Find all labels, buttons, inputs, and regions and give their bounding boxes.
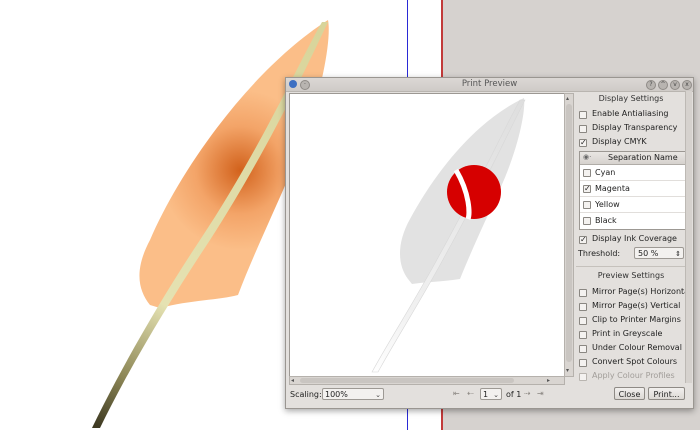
scaling-label: Scaling: [290, 390, 322, 399]
title-bar[interactable]: Print Preview · ? ^ v x [286, 78, 693, 92]
page-select[interactable]: 1 ⌄ [480, 388, 502, 400]
scroll-left-icon[interactable]: ◂ [291, 377, 294, 384]
preview-horizontal-scrollbar[interactable]: ◂ ▸ [289, 376, 565, 385]
minimize-icon[interactable]: v [670, 80, 680, 90]
chevron-down-icon: ⌄ [375, 391, 381, 399]
black-label: Black [595, 216, 617, 225]
threshold-spinbox[interactable]: 50 % ⇕ [634, 247, 684, 259]
vertical-scroll-thumb[interactable] [566, 104, 572, 362]
cyan-checkbox[interactable] [583, 169, 591, 177]
preview-settings-heading: Preview Settings [597, 271, 665, 280]
mirror-vertical-checkbox[interactable] [579, 303, 587, 311]
yellow-checkbox[interactable] [583, 201, 591, 209]
scroll-up-icon[interactable]: ▴ [566, 95, 569, 102]
help-icon[interactable]: ? [646, 80, 656, 90]
apply-colour-profiles-label: Apply Colour Profiles [592, 371, 675, 380]
scaling-select[interactable]: 100% ⌄ [322, 388, 384, 400]
separation-table: ◉· Separation Name Cyan ✓ Magenta Yellow… [579, 151, 686, 230]
convert-spot-colours-label: Convert Spot Colours [592, 357, 678, 366]
antialiasing-label: Enable Antialiasing [592, 109, 669, 118]
greyscale-label: Print in Greyscale [592, 329, 663, 338]
scaling-value: 100% [325, 390, 348, 399]
print-preview-dialog: Print Preview · ? ^ v x ▴ ▾ ◂ ▸ Scaling:… [285, 77, 694, 409]
transparency-checkbox[interactable] [579, 125, 587, 133]
window-title: Print Preview [461, 79, 518, 89]
ink-coverage-label: Display Ink Coverage [592, 234, 677, 243]
separation-row-yellow[interactable]: Yellow [580, 197, 685, 213]
cmyk-checkbox[interactable]: ✓ [579, 139, 587, 147]
spin-arrows-icon[interactable]: ⇕ [675, 248, 681, 260]
page-value: 1 [483, 390, 489, 399]
close-icon[interactable]: x [682, 80, 692, 90]
shade-toggle-icon[interactable]: ^ [658, 80, 668, 90]
under-colour-removal-label: Under Colour Removal [592, 343, 682, 352]
horizontal-scroll-thumb[interactable] [300, 378, 514, 383]
threshold-label: Threshold: [578, 249, 621, 258]
apply-colour-profiles-checkbox [579, 373, 587, 381]
black-checkbox[interactable] [583, 217, 591, 225]
cyan-label: Cyan [595, 168, 616, 177]
next-page-icon[interactable]: ⇢ [524, 389, 531, 398]
separation-row-black[interactable]: Black [580, 213, 685, 228]
separation-table-header: ◉· Separation Name [580, 152, 685, 165]
scroll-down-icon[interactable]: ▾ [566, 367, 569, 374]
first-page-icon[interactable]: ⇤ [453, 389, 460, 398]
mirror-horizontal-label: Mirror Page(s) Horizontal [592, 287, 692, 296]
magenta-checkbox[interactable]: ✓ [583, 185, 591, 193]
greyscale-checkbox[interactable] [579, 331, 587, 339]
cmyk-label: Display CMYK [592, 137, 647, 146]
visibility-eye-icon: ◉· [583, 153, 592, 161]
preview-page [289, 93, 565, 377]
mirror-horizontal-checkbox[interactable] [579, 289, 587, 297]
preview-render [371, 98, 526, 373]
clip-margins-checkbox[interactable] [579, 317, 587, 325]
display-settings-heading: Display Settings [598, 94, 664, 103]
separation-row-cyan[interactable]: Cyan [580, 165, 685, 181]
page-count-label: of 1 [506, 390, 522, 399]
convert-spot-colours-checkbox[interactable] [579, 359, 587, 367]
mirror-vertical-label: Mirror Page(s) Vertical [592, 301, 681, 310]
settings-scrollbar[interactable] [685, 91, 692, 383]
separation-row-magenta[interactable]: ✓ Magenta [580, 181, 685, 197]
clip-margins-label: Clip to Printer Margins [592, 315, 681, 324]
previous-page-icon[interactable]: ⇠ [467, 389, 474, 398]
scroll-right-icon[interactable]: ▸ [547, 377, 550, 384]
magenta-label: Magenta [595, 184, 630, 193]
shade-icon[interactable]: · [300, 80, 310, 90]
chevron-down-icon: ⌄ [493, 391, 499, 399]
yellow-label: Yellow [595, 200, 620, 209]
app-icon[interactable] [289, 80, 297, 88]
last-page-icon[interactable]: ⇥ [537, 389, 544, 398]
under-colour-removal-checkbox[interactable] [579, 345, 587, 353]
section-divider [576, 266, 688, 267]
ink-coverage-checkbox[interactable]: ✓ [579, 236, 587, 244]
preview-vertical-scrollbar[interactable]: ▴ ▾ [564, 93, 574, 377]
antialiasing-checkbox[interactable] [579, 111, 587, 119]
settings-panel: Display Settings Enable Antialiasing Dis… [576, 91, 693, 391]
threshold-value: 50 % [638, 249, 659, 258]
transparency-label: Display Transparency [592, 123, 678, 132]
separation-name-header: Separation Name [608, 153, 678, 162]
